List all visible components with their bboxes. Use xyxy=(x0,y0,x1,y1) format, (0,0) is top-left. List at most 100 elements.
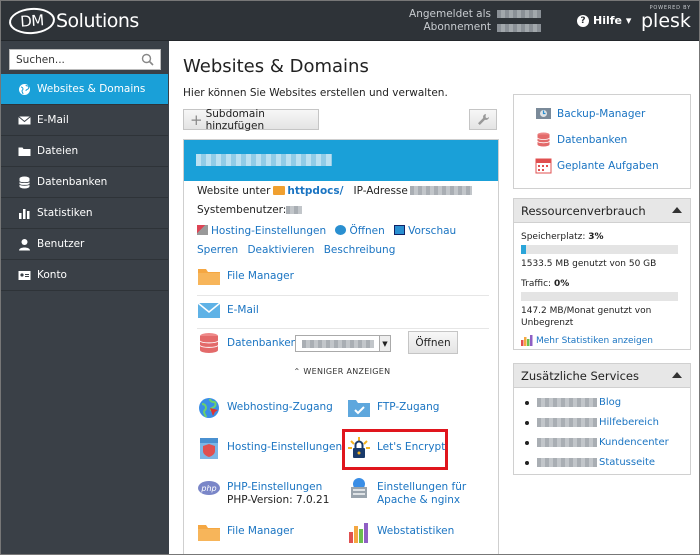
redacted-system-user xyxy=(286,206,303,214)
apache-nginx-settings-tile[interactable]: Einstellungen für Apache & nginx xyxy=(347,476,466,507)
open-database-button[interactable]: Öffnen xyxy=(408,331,458,354)
web-statistics-label: Webstatistiken xyxy=(377,525,455,537)
divider xyxy=(197,328,489,329)
more-statistics-link[interactable]: Mehr Statistiken anzeigen xyxy=(521,335,653,346)
preview-icon xyxy=(394,225,406,235)
plus-icon: + xyxy=(190,110,203,129)
website-under-label: Website unter xyxy=(197,185,271,197)
webhosting-access-tile[interactable]: Webhosting-Zugang xyxy=(197,396,333,420)
database-icon xyxy=(537,132,550,147)
description-link[interactable]: Beschreibung xyxy=(324,244,396,256)
apache-nginx-text: Einstellungen für Apache & nginx xyxy=(377,476,466,507)
apache-nginx-label-1: Einstellungen für xyxy=(377,481,467,493)
mail-icon xyxy=(197,302,221,318)
ftp-icon xyxy=(348,400,370,417)
logo-dm-mark: DM xyxy=(8,6,56,36)
file-manager-row[interactable]: File Manager xyxy=(197,264,294,288)
chevron-down-icon: ▼ xyxy=(379,336,390,351)
open-label: Öffnen xyxy=(415,336,451,349)
redacted-ip-address xyxy=(409,186,472,195)
sidebar-item-email[interactable]: E-Mail xyxy=(1,105,168,136)
traffic-text-line-2: Unbegrenzt xyxy=(521,318,574,328)
redacted-subscription[interactable] xyxy=(497,24,541,32)
database-icon xyxy=(199,333,219,353)
docroot-link[interactable]: httpdocs/ xyxy=(287,185,343,197)
hosting-settings-tile[interactable]: Hosting-Einstellungen xyxy=(197,436,342,460)
php-settings-text: PHP-Einstellungen PHP-Version: 7.0.21 xyxy=(227,476,329,507)
action-label: Öffnen xyxy=(349,225,385,237)
lets-encrypt-highlight xyxy=(342,429,448,470)
backup-icon xyxy=(536,108,551,119)
more-statistics-label: Mehr Statistiken anzeigen xyxy=(536,335,653,346)
file-manager-tile[interactable]: File Manager xyxy=(197,520,294,544)
domain-panel-header[interactable] xyxy=(184,140,498,181)
database-select[interactable]: ▼ xyxy=(295,335,391,352)
email-row[interactable]: E-Mail xyxy=(197,298,259,322)
search-input[interactable]: Suchen... xyxy=(9,49,161,70)
scheduled-tasks-link[interactable]: Geplante Aufgaben xyxy=(535,157,659,174)
backup-manager-link[interactable]: Backup-Manager xyxy=(535,105,645,122)
redacted-service-prefix xyxy=(537,398,597,407)
traffic-text: 147.2 MB/Monat genutzt von Unbegrenzt xyxy=(521,305,651,329)
system-user-label: Systembenutzer: xyxy=(197,204,287,216)
file-manager-tile-label: File Manager xyxy=(227,525,294,537)
web-statistics-tile[interactable]: Webstatistiken xyxy=(347,520,454,544)
account-values[interactable] xyxy=(497,10,541,38)
service-customer-center-link[interactable]: Kundencenter xyxy=(525,437,669,448)
additional-services-header[interactable]: Zusätzliche Services xyxy=(514,364,690,388)
subscription-label: Abonnement xyxy=(423,21,491,33)
databases-row[interactable]: Datenbanken xyxy=(197,331,297,355)
bullet xyxy=(525,440,529,445)
service-label: Kundencenter xyxy=(599,437,669,448)
databases-link[interactable]: Datenbanken xyxy=(535,131,627,148)
redacted-username[interactable] xyxy=(497,10,541,18)
bar-chart-icon xyxy=(521,335,533,346)
service-blog-link[interactable]: Blog xyxy=(525,397,621,408)
sidebar-item-users[interactable]: Benutzer xyxy=(1,229,168,260)
additional-services-title: Zusätzliche Services xyxy=(521,368,639,383)
bullet xyxy=(525,420,529,425)
help-icon: ? xyxy=(577,14,589,27)
traffic-label-text: Traffic: xyxy=(521,279,552,289)
search-icon[interactable] xyxy=(141,53,154,66)
open-link[interactable]: Öffnen xyxy=(335,225,385,237)
disk-usage-bar xyxy=(521,245,678,254)
sidebar-item-label: Websites & Domains xyxy=(37,83,146,95)
databases-label: Datenbanken xyxy=(557,133,628,146)
collapse-icon[interactable] xyxy=(672,207,682,213)
sidebar-item-statistics[interactable]: Statistiken xyxy=(1,198,168,229)
sidebar-item-databases[interactable]: Datenbanken xyxy=(1,167,168,198)
folder-icon xyxy=(273,186,286,195)
globe-icon xyxy=(18,83,31,96)
collapse-icon[interactable] xyxy=(672,372,682,378)
wrench-icon xyxy=(197,225,208,235)
service-status-link[interactable]: Statusseite xyxy=(525,457,655,468)
service-label: Hilfebereich xyxy=(599,417,659,428)
sidebar: Suchen... Websites & Domains E-Mail Date… xyxy=(1,41,168,554)
deactivate-link[interactable]: Deaktivieren xyxy=(247,244,314,256)
add-subdomain-button[interactable]: + Subdomain hinzufügen xyxy=(183,108,319,132)
help-label: Hilfe ▾ xyxy=(593,14,632,27)
ftp-access-tile[interactable]: FTP-Zugang xyxy=(347,396,439,420)
webhosting-label: Webhosting-Zugang xyxy=(227,401,333,413)
sidebar-item-label: Datenbanken xyxy=(37,176,108,188)
show-less-toggle[interactable]: ⌃ WENIGER ANZEIGEN xyxy=(184,367,500,376)
service-help-link[interactable]: Hilfebereich xyxy=(525,417,659,428)
traffic-text-line-1: 147.2 MB/Monat genutzt von xyxy=(521,306,652,316)
tools-button[interactable] xyxy=(469,109,497,130)
php-settings-tile[interactable]: php PHP-Einstellungen PHP-Version: 7.0.2… xyxy=(197,476,329,507)
dm-solutions-logo[interactable]: DM Solutions xyxy=(8,6,139,36)
folder-icon xyxy=(198,269,220,285)
redacted-service-prefix xyxy=(537,458,597,467)
sidebar-item-files[interactable]: Dateien xyxy=(1,136,168,167)
plesk-logo: POWERED BY plesk xyxy=(641,5,691,32)
help-menu[interactable]: ? Hilfe ▾ xyxy=(577,14,631,27)
wrench-icon xyxy=(477,114,489,125)
resource-usage-header[interactable]: Ressourcenverbrauch xyxy=(514,199,690,223)
sidebar-item-websites-domains[interactable]: Websites & Domains xyxy=(1,74,168,105)
redacted-domain-name[interactable] xyxy=(196,154,332,166)
preview-link[interactable]: Vorschau xyxy=(394,225,456,237)
sidebar-item-account[interactable]: Konto xyxy=(1,260,168,291)
hosting-settings-link[interactable]: Hosting-Einstellungen xyxy=(197,225,326,237)
suspend-link[interactable]: Sperren xyxy=(197,244,238,256)
